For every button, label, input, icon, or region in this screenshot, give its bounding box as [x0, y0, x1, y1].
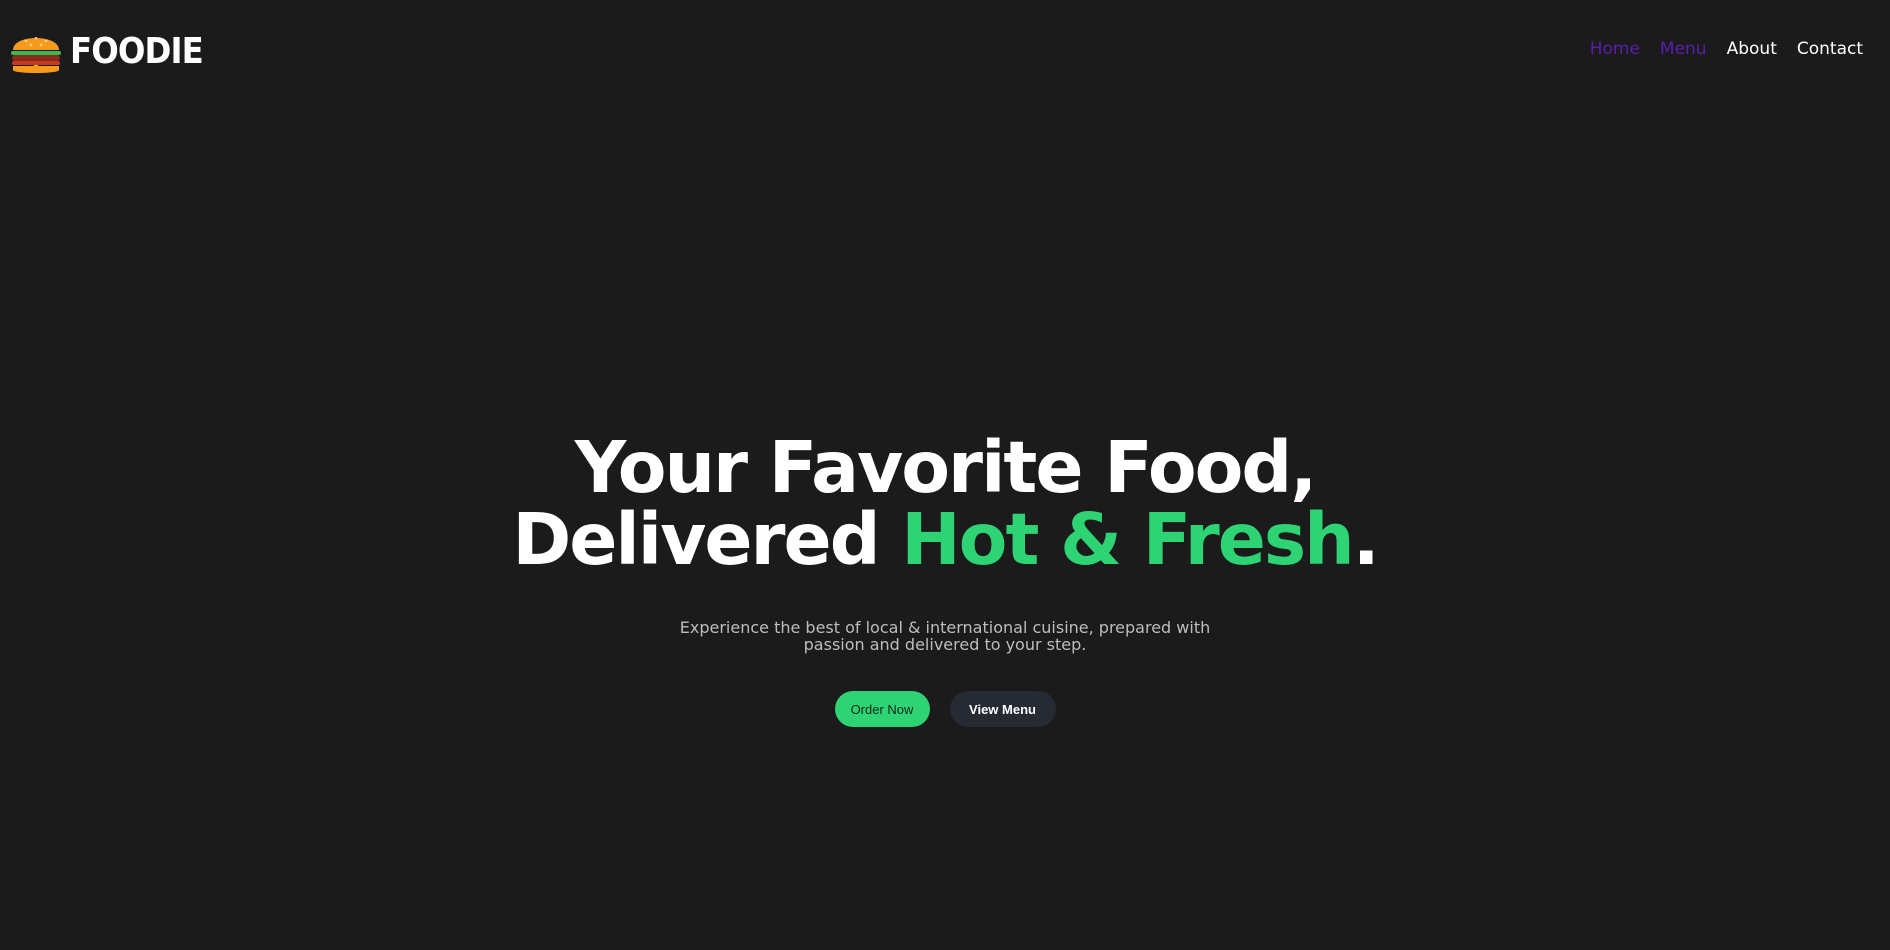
hero-headline: Your Favorite Food, Delivered Hot & Fres…	[0, 432, 1890, 576]
order-now-button[interactable]: Order Now	[834, 691, 930, 727]
headline-line-2-suffix: .	[1352, 498, 1380, 581]
view-menu-button[interactable]: View Menu	[949, 691, 1056, 727]
nav-link-menu[interactable]: Menu	[1660, 39, 1707, 59]
headline-line-1: Your Favorite Food,	[574, 426, 1317, 509]
hero-subtitle: Experience the best of local & internati…	[679, 618, 1211, 654]
nav-link-about[interactable]: About	[1727, 39, 1777, 59]
brand-name: FOODIE	[70, 31, 204, 72]
headline-accent: Hot & Fresh	[901, 498, 1354, 581]
top-navbar: FOODIE Home Menu About Contact	[0, 0, 1890, 110]
hero-actions: Order Now View Menu	[0, 691, 1890, 727]
nav-link-contact[interactable]: Contact	[1797, 39, 1863, 59]
main-nav: Home Menu About Contact	[1590, 39, 1863, 59]
hero-section: Your Favorite Food, Delivered Hot & Fres…	[0, 432, 1890, 727]
headline-line-2-prefix: Delivered	[512, 498, 902, 581]
brand-logo[interactable]: FOODIE	[10, 28, 218, 76]
nav-link-home[interactable]: Home	[1590, 39, 1640, 59]
burger-icon	[10, 28, 62, 76]
